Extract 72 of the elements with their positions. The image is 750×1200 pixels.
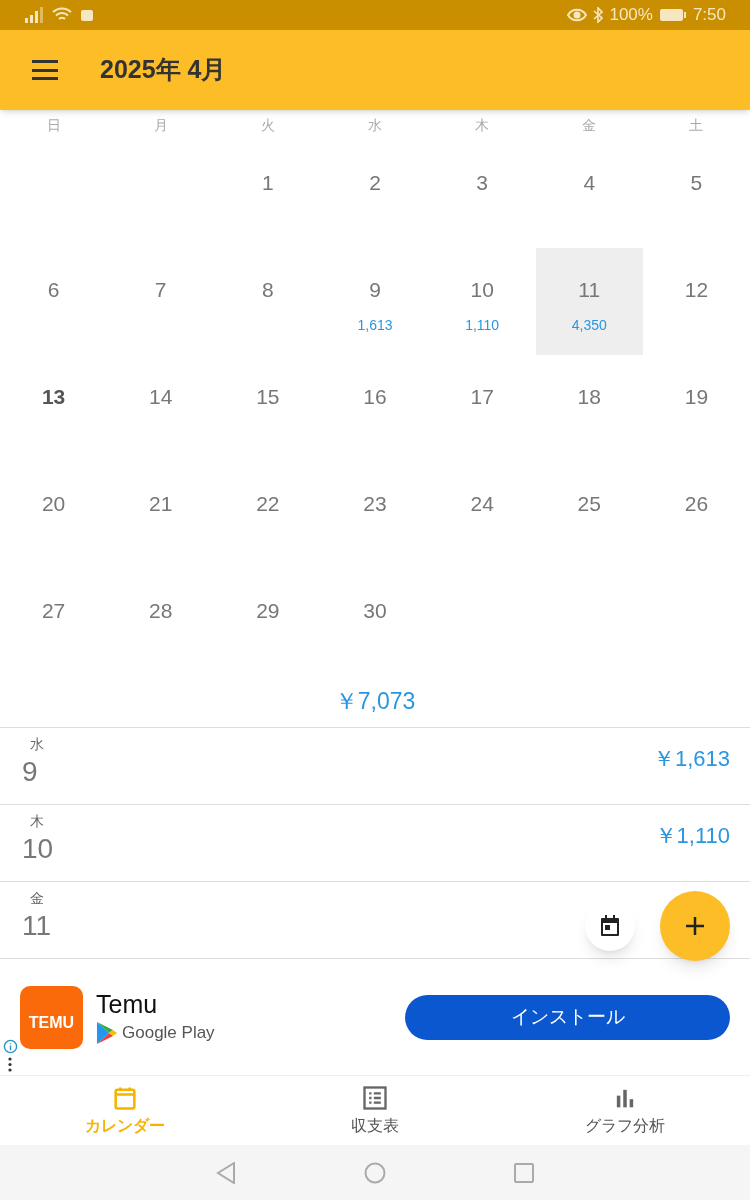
calendar-day[interactable]: 4 [535,141,643,248]
weekday-label: 木 [474,116,491,135]
entry-amount: ￥1,110 [654,822,730,850]
entry-weekday: 木 [30,814,45,828]
entry-weekday: 金 [30,891,45,905]
app-icon [80,8,94,22]
calendar-day[interactable]: 25 [535,462,643,569]
more-icon[interactable] [8,1057,12,1072]
calendar-day[interactable]: 7 [107,248,215,355]
nav-tab[interactable]: 収支表 [250,1076,500,1145]
calendar-day[interactable]: 21 [107,462,215,569]
play-store-icon [96,1020,118,1045]
calendar-day[interactable]: 29 [214,569,322,676]
calendar-day[interactable]: 26 [642,462,750,569]
ad-store-label: Google Play [122,1021,215,1044]
entry-amount: ￥1,613 [652,745,730,773]
clock: 7:50 [692,4,726,27]
menu-button[interactable] [32,60,58,80]
calendar-day[interactable]: 14 [107,355,215,462]
entry-day: 11 [22,912,52,940]
entry-day: 10 [22,835,54,863]
calendar-day[interactable]: 19 [642,355,750,462]
battery-icon [658,8,687,22]
calendar-day[interactable]: 17 [428,355,536,462]
calendar-day[interactable]: 1 [214,141,322,248]
bluetooth-icon [593,7,604,23]
entry-day: 9 [22,758,44,786]
calendar-day[interactable]: 22 [214,462,322,569]
calendar-day[interactable]: 27 [0,569,108,676]
nav-tab[interactable]: グラフ分析 [500,1076,750,1145]
calendar-day[interactable]: 9 1,613 [321,248,429,355]
recents-icon[interactable] [514,1162,534,1183]
weekday-label: 土 [688,116,705,135]
month-total: ￥7,073 [334,687,416,717]
signal-icon [24,7,44,23]
calendar-day[interactable]: 13 [0,355,108,462]
calendar-day[interactable]: 20 [0,462,108,569]
calendar-day[interactable]: 10 1,110 [428,248,536,355]
battery-percentage: 100% [609,4,653,27]
entry-row[interactable]: 水 9 ￥1,613 [0,728,750,805]
list-icon [361,1083,389,1112]
add-button[interactable] [660,891,730,961]
calendar-day[interactable]: 8 [214,248,322,355]
weekday-label: 金 [581,116,598,135]
calendar-day[interactable]: 3 [428,141,536,248]
weekday-label: 火 [259,116,276,135]
calendar-icon [598,914,622,938]
install-button[interactable]: インストール [405,994,730,1040]
calendar-day[interactable]: 6 [0,248,108,355]
ad-title: Temu [96,988,159,1020]
calendar-day[interactable]: 2 [321,141,429,248]
calendar-day[interactable]: 12 [642,248,750,355]
calendar-day[interactable]: 15 [214,355,322,462]
weekday-label: 日 [45,116,62,135]
app-bar-title: 2025年 4月 [100,54,227,86]
calendar-day[interactable]: 11 4,350 [535,248,643,355]
calendar-day[interactable]: 24 [428,462,536,569]
calendar-day[interactable]: 23 [321,462,429,569]
eye-icon [567,8,588,22]
home-icon[interactable] [364,1161,386,1184]
calendar-day[interactable]: 18 [535,355,643,462]
entry-weekday: 水 [30,737,44,751]
weekday-label: 月 [152,116,169,135]
weekday-label: 水 [367,116,383,135]
calendar-day[interactable]: 30 [321,569,429,676]
plus-icon [684,915,706,937]
entry-row[interactable]: 木 10 ￥1,110 [0,805,750,882]
ad-logo: TEMU [20,985,83,1049]
calendar-day[interactable]: 28 [107,569,215,676]
calendar-day[interactable]: 16 [321,355,429,462]
back-icon[interactable] [216,1161,236,1184]
calendar-day[interactable]: 5 [642,141,750,248]
